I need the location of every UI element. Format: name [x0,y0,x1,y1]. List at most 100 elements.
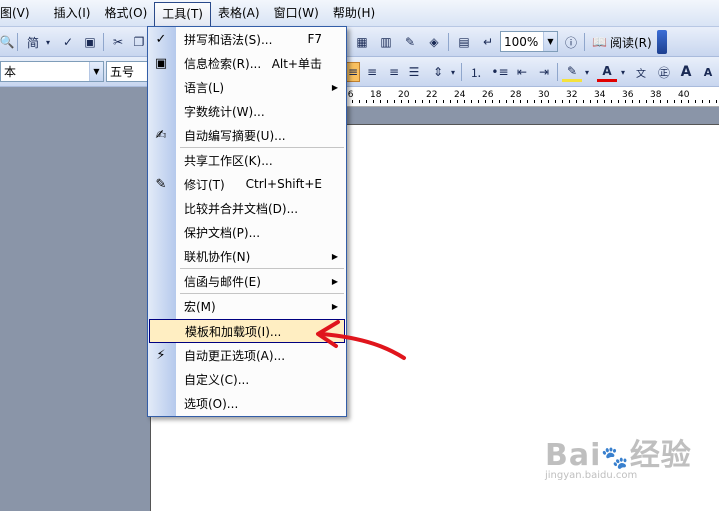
ruler-tick [716,100,717,103]
ruler-tick [366,100,367,103]
ruler-tick [499,100,500,103]
zoom-combo[interactable]: 100% ▼ [500,31,558,52]
justify-icon[interactable]: ☰ [404,62,424,82]
ruler-tick [681,100,682,103]
ruler-tick [352,100,353,103]
menu-item-word-count[interactable]: 字数统计(W)... [148,99,346,123]
excel-icon[interactable]: ▦ [352,32,372,52]
ruler-tick [527,100,528,103]
menu-item-spelling[interactable]: ✓ 拼写和语法(S)... F7 [148,27,346,51]
menu-item-language[interactable]: 语言(L) ▶ [148,75,346,99]
enclose-characters-icon[interactable]: ㊣ [654,62,674,82]
menu-item-track-changes[interactable]: ✎ 修订(T) Ctrl+Shift+E [148,172,346,196]
ruler-tick [604,100,605,103]
submenu-arrow-icon: ▶ [331,251,338,261]
ruler-tick [464,100,465,103]
help-icon[interactable]: ⓘ [561,32,581,52]
align-center-icon[interactable]: ≡ [362,62,382,82]
menu-item-autosummarize[interactable]: ✍ 自动编写摘要(U)... [148,123,346,147]
show-hide-icon[interactable]: ▤ [454,32,474,52]
highlight-icon[interactable]: ✎ [562,62,582,82]
toolbar-options-icon[interactable] [657,30,667,54]
menu-item-online-collaboration[interactable]: 联机协作(N) ▶ [148,244,346,268]
chevron-down-icon[interactable]: ▾ [582,62,592,82]
baidu-watermark: Bai🐾经验 jingyan.baidu.com [545,430,692,481]
menu-item-options[interactable]: 选项(O)... [148,391,346,415]
standard-toolbar: 🔍 简 ▾ ✓ ▣ ✂ ❐ ▦ ▥ ✎ ◈ ▤ ↵ 100% ▼ ⓘ 📖 阅读(… [0,27,719,57]
menu-item-letters-mailings[interactable]: 信函与邮件(E) ▶ [148,269,346,293]
menu-item-protect-document[interactable]: 保护文档(P)... [148,220,346,244]
ruler-tick [401,100,402,103]
chevron-down-icon[interactable]: ▾ [43,32,53,52]
ruler-tick [506,100,507,103]
font-size-combo[interactable]: 五号 [106,61,148,82]
grow-font-icon[interactable]: A [676,62,696,82]
print-preview-icon[interactable]: 🔍 [0,32,14,52]
align-left-icon[interactable]: ≡ [346,62,360,82]
chevron-down-icon[interactable]: ▾ [618,62,628,82]
menu-view[interactable]: 图(V) [0,2,37,24]
chevron-down-icon[interactable]: ▼ [543,32,557,51]
numbering-icon[interactable]: ⒈ [466,62,486,82]
phonetic-guide-icon[interactable]: 文 [630,62,652,82]
read-button[interactable]: 📖 阅读(R) [588,32,656,52]
menu-format[interactable]: 格式(O) [97,2,154,24]
ruler-tick [387,100,388,103]
ruler-tick [569,100,570,103]
baidu-logo: Bai🐾经验 [545,438,692,473]
menu-tools[interactable]: 工具(T) [154,2,211,26]
ruler-number: 28 [510,90,522,100]
document-map-icon[interactable]: ◈ [424,32,444,52]
auto-summarize-icon: ✍ [155,127,167,143]
menu-insert[interactable]: 插入(I) [47,2,98,24]
decrease-indent-icon[interactable]: ⇤ [512,62,532,82]
submenu-arrow-icon: ▶ [331,82,338,92]
shrink-font-icon[interactable]: A [698,62,718,82]
ruler-tick [541,100,542,103]
increase-indent-icon[interactable]: ⇥ [534,62,554,82]
ruler-tick [415,100,416,103]
ruler-tick [408,100,409,103]
menu-table[interactable]: 表格(A) [211,2,267,24]
ruler-number: 34 [594,90,606,100]
track-changes-icon: ✎ [155,176,167,192]
ruler-number: 40 [678,90,690,100]
menu-item-customize[interactable]: 自定义(C)... [148,367,346,391]
spell-icon[interactable]: ✓ [58,32,78,52]
ruler-tick [450,100,451,103]
ruler-tick [534,100,535,103]
ruler-tick [485,100,486,103]
ruler-number: 36 [622,90,634,100]
columns-icon[interactable]: ▥ [376,32,396,52]
menu-window[interactable]: 窗口(W) [267,2,326,24]
font-color-icon[interactable]: A [597,62,617,82]
autocorrect-icon: ⚡ [156,347,166,363]
ruler-number: 38 [650,90,662,100]
copy-icon[interactable]: ❐ [130,32,148,52]
ruler-tick [478,100,479,103]
ruler-tick [576,100,577,103]
paragraph-mark-icon[interactable]: ↵ [478,32,498,52]
research-icon[interactable]: ▣ [80,32,100,52]
ruler-tick [583,100,584,103]
ruler-number: 18 [370,90,382,100]
menu-help[interactable]: 帮助(H) [326,2,382,24]
chevron-down-icon[interactable]: ▼ [89,62,103,81]
ruler-tick [548,100,549,103]
cut-icon[interactable]: ✂ [108,32,128,52]
menu-item-research[interactable]: ▣ 信息检索(R)... Alt+单击 [148,51,346,75]
ruler-tick [660,100,661,103]
drawing-icon[interactable]: ✎ [400,32,420,52]
menu-item-shared-workspace[interactable]: 共享工作区(K)... [148,148,346,172]
line-spacing-icon[interactable]: ⇕ [428,62,448,82]
ruler-tick [520,100,521,103]
bullets-icon[interactable]: •≡ [490,62,510,82]
ruler-tick [611,100,612,103]
ruler-tick [653,100,654,103]
align-right-icon[interactable]: ≡ [384,62,404,82]
simplified-icon[interactable]: 简 [23,32,43,52]
menu-item-compare-merge[interactable]: 比较并合并文档(D)... [148,196,346,220]
ruler-tick [359,100,360,103]
font-name-combo[interactable]: 本 ▼ [0,61,104,82]
chevron-down-icon[interactable]: ▾ [448,62,458,82]
